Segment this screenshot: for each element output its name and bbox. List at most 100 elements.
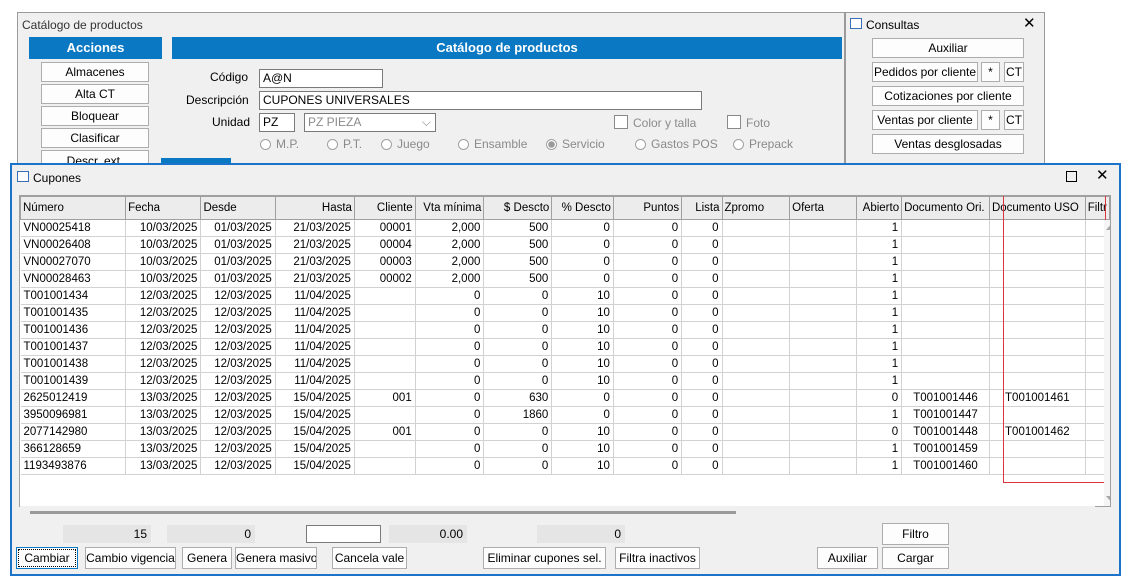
table-cell[interactable]: 0 — [483, 372, 553, 390]
description-field[interactable]: CUPONES UNIVERSALES — [259, 91, 702, 110]
table-cell[interactable]: 0 — [681, 372, 723, 390]
table-row[interactable]: T001001438 12/03/2025 12/03/2025 11/04/2025… — [20, 355, 1110, 373]
table-cell[interactable]: 0 — [483, 423, 553, 441]
table-cell[interactable]: 12/03/2025 — [200, 406, 276, 424]
table-cell[interactable]: T001001438 — [20, 355, 127, 373]
foto-checkbox[interactable]: Foto — [727, 115, 770, 130]
table-cell[interactable]: 0 — [613, 270, 683, 288]
table-cell[interactable]: 0 — [415, 406, 485, 424]
table-cell[interactable]: 0 — [613, 253, 683, 271]
table-cell[interactable]: 0 — [483, 457, 553, 475]
table-cell[interactable] — [354, 406, 416, 424]
col-oferta[interactable]: Oferta — [789, 196, 858, 220]
table-cell[interactable]: 0 — [681, 287, 723, 305]
table-cell[interactable]: T001001447 — [901, 406, 990, 424]
filtro-button[interactable]: Filtro — [882, 523, 949, 545]
table-cell[interactable]: T001001437 — [20, 338, 127, 356]
radio-mp[interactable]: M.P. — [260, 137, 299, 151]
ventas-star-button[interactable]: * — [981, 110, 1000, 130]
cargar-button[interactable]: Cargar — [882, 547, 949, 569]
table-cell[interactable]: T001001434 — [20, 287, 127, 305]
table-cell[interactable]: 00004 — [354, 236, 416, 254]
table-cell[interactable]: 01/03/2025 — [200, 236, 276, 254]
table-cell[interactable]: 0 — [681, 457, 723, 475]
table-cell[interactable] — [789, 372, 858, 390]
table-cell[interactable]: 1 — [856, 440, 903, 458]
table-cell[interactable]: 0 — [681, 270, 723, 288]
genera-button[interactable]: Genera — [182, 547, 232, 569]
table-cell[interactable]: 0 — [551, 253, 614, 271]
cotizaciones-por-cliente-button[interactable]: Cotizaciones por cliente — [872, 86, 1024, 106]
table-cell[interactable] — [789, 321, 858, 339]
table-cell[interactable]: 12/03/2025 — [200, 423, 276, 441]
table-cell[interactable] — [789, 440, 858, 458]
table-cell[interactable] — [722, 457, 791, 475]
radio-gastos-pos[interactable]: Gastos POS — [635, 137, 718, 151]
pedidos-por-cliente-button[interactable]: Pedidos por cliente — [872, 62, 978, 82]
table-cell[interactable] — [789, 389, 858, 407]
table-cell[interactable]: 15/04/2025 — [275, 406, 355, 424]
radio-servicio[interactable]: Servicio — [546, 137, 605, 151]
table-cell[interactable] — [789, 406, 858, 424]
table-cell[interactable]: VN00026408 — [20, 236, 127, 254]
table-cell[interactable]: 1 — [856, 321, 903, 339]
table-cell[interactable]: 12/03/2025 — [125, 321, 202, 339]
table-cell[interactable]: 10/03/2025 — [125, 219, 202, 237]
table-cell[interactable]: 15/04/2025 — [275, 423, 355, 441]
table-cell[interactable]: 0 — [483, 304, 553, 322]
table-cell[interactable] — [722, 253, 791, 271]
table-cell[interactable] — [789, 355, 858, 373]
table-cell[interactable]: 21/03/2025 — [275, 253, 355, 271]
table-cell[interactable]: 500 — [483, 219, 553, 237]
col-desde[interactable]: Desde — [200, 196, 276, 220]
table-cell[interactable]: 12/03/2025 — [125, 355, 202, 373]
table-cell[interactable]: 1 — [856, 372, 903, 390]
table-cell[interactable]: 13/03/2025 — [125, 440, 202, 458]
table-cell[interactable] — [722, 321, 791, 339]
table-cell[interactable] — [901, 219, 990, 237]
table-cell[interactable] — [789, 338, 858, 356]
table-cell[interactable]: 11/04/2025 — [275, 355, 355, 373]
table-cell[interactable]: 21/03/2025 — [275, 236, 355, 254]
table-cell[interactable]: 1 — [856, 236, 903, 254]
table-cell[interactable]: 0 — [681, 236, 723, 254]
table-cell[interactable]: 0 — [613, 321, 683, 339]
genera-masivo-button[interactable]: Genera masivo — [235, 547, 317, 569]
table-cell[interactable]: 0 — [681, 355, 723, 373]
code-field[interactable]: A@N — [259, 69, 383, 88]
table-cell[interactable] — [722, 236, 791, 254]
auxiliar-button[interactable]: Auxiliar — [817, 547, 878, 569]
table-cell[interactable]: 13/03/2025 — [125, 423, 202, 441]
table-cell[interactable]: 10 — [551, 321, 614, 339]
table-cell[interactable]: 0 — [613, 219, 683, 237]
table-cell[interactable]: T001001459 — [901, 440, 990, 458]
table-cell[interactable]: 1 — [856, 355, 903, 373]
table-cell[interactable] — [789, 457, 858, 475]
table-cell[interactable]: 1 — [856, 338, 903, 356]
table-cell[interactable] — [789, 270, 858, 288]
table-cell[interactable] — [789, 423, 858, 441]
table-cell[interactable]: 10 — [551, 423, 614, 441]
cambio-vigencia-button[interactable]: Cambio vigencia — [85, 547, 176, 569]
table-cell[interactable]: 0 — [483, 440, 553, 458]
table-cell[interactable]: 0 — [415, 338, 485, 356]
table-cell[interactable] — [354, 457, 416, 475]
table-cell[interactable]: 0 — [613, 355, 683, 373]
table-cell[interactable]: 0 — [415, 355, 485, 373]
scroll-up-icon[interactable] — [1106, 224, 1110, 230]
table-cell[interactable]: 0 — [681, 389, 723, 407]
col-fecha[interactable]: Fecha — [125, 196, 202, 220]
table-row[interactable]: VN00028463 10/03/2025 01/03/2025 21/03/2025… — [20, 270, 1110, 288]
bloquear-button[interactable]: Bloquear — [41, 106, 149, 126]
close-icon[interactable]: ✕ — [1096, 166, 1109, 184]
table-cell[interactable]: 2,000 — [415, 219, 485, 237]
table-cell[interactable] — [722, 270, 791, 288]
table-cell[interactable]: 0 — [681, 338, 723, 356]
table-cell[interactable]: 1193493876 — [20, 457, 127, 475]
table-row[interactable]: 2077142980 13/03/2025 12/03/2025 15/04/2025… — [20, 423, 1110, 441]
table-cell[interactable]: 0 — [613, 338, 683, 356]
table-cell[interactable]: 366128659 — [20, 440, 127, 458]
table-cell[interactable]: 0 — [551, 236, 614, 254]
clasificar-button[interactable]: Clasificar — [41, 128, 149, 148]
table-cell[interactable]: 0 — [415, 321, 485, 339]
